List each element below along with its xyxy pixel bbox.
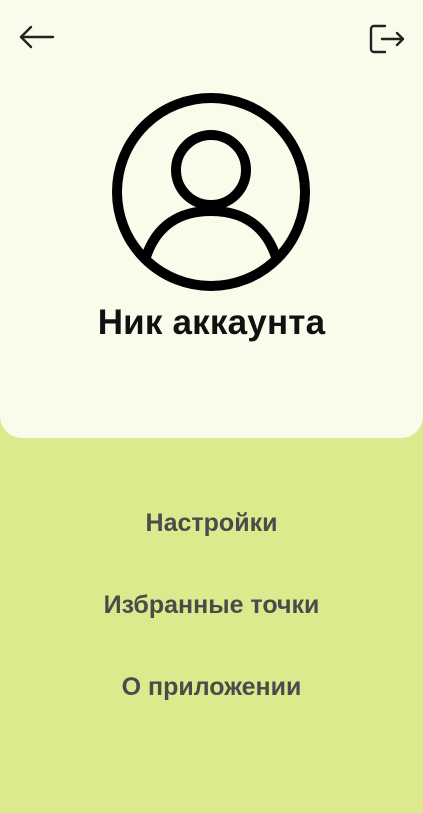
back-button[interactable] [13,15,57,59]
menu-item-favorite-points[interactable]: Избранные точки [0,582,423,628]
menu-item-settings[interactable]: Настройки [0,500,423,546]
menu-item-about-app[interactable]: О приложении [0,664,423,710]
profile-screen: Ник аккаунта Настройки Избранные точки О… [0,0,423,813]
arrow-left-icon [19,25,55,49]
profile-card: Ник аккаунта [0,0,423,438]
logout-icon [369,24,405,54]
user-avatar-icon [112,93,310,291]
account-name: Ник аккаунта [97,303,326,342]
logout-button[interactable] [364,17,408,61]
